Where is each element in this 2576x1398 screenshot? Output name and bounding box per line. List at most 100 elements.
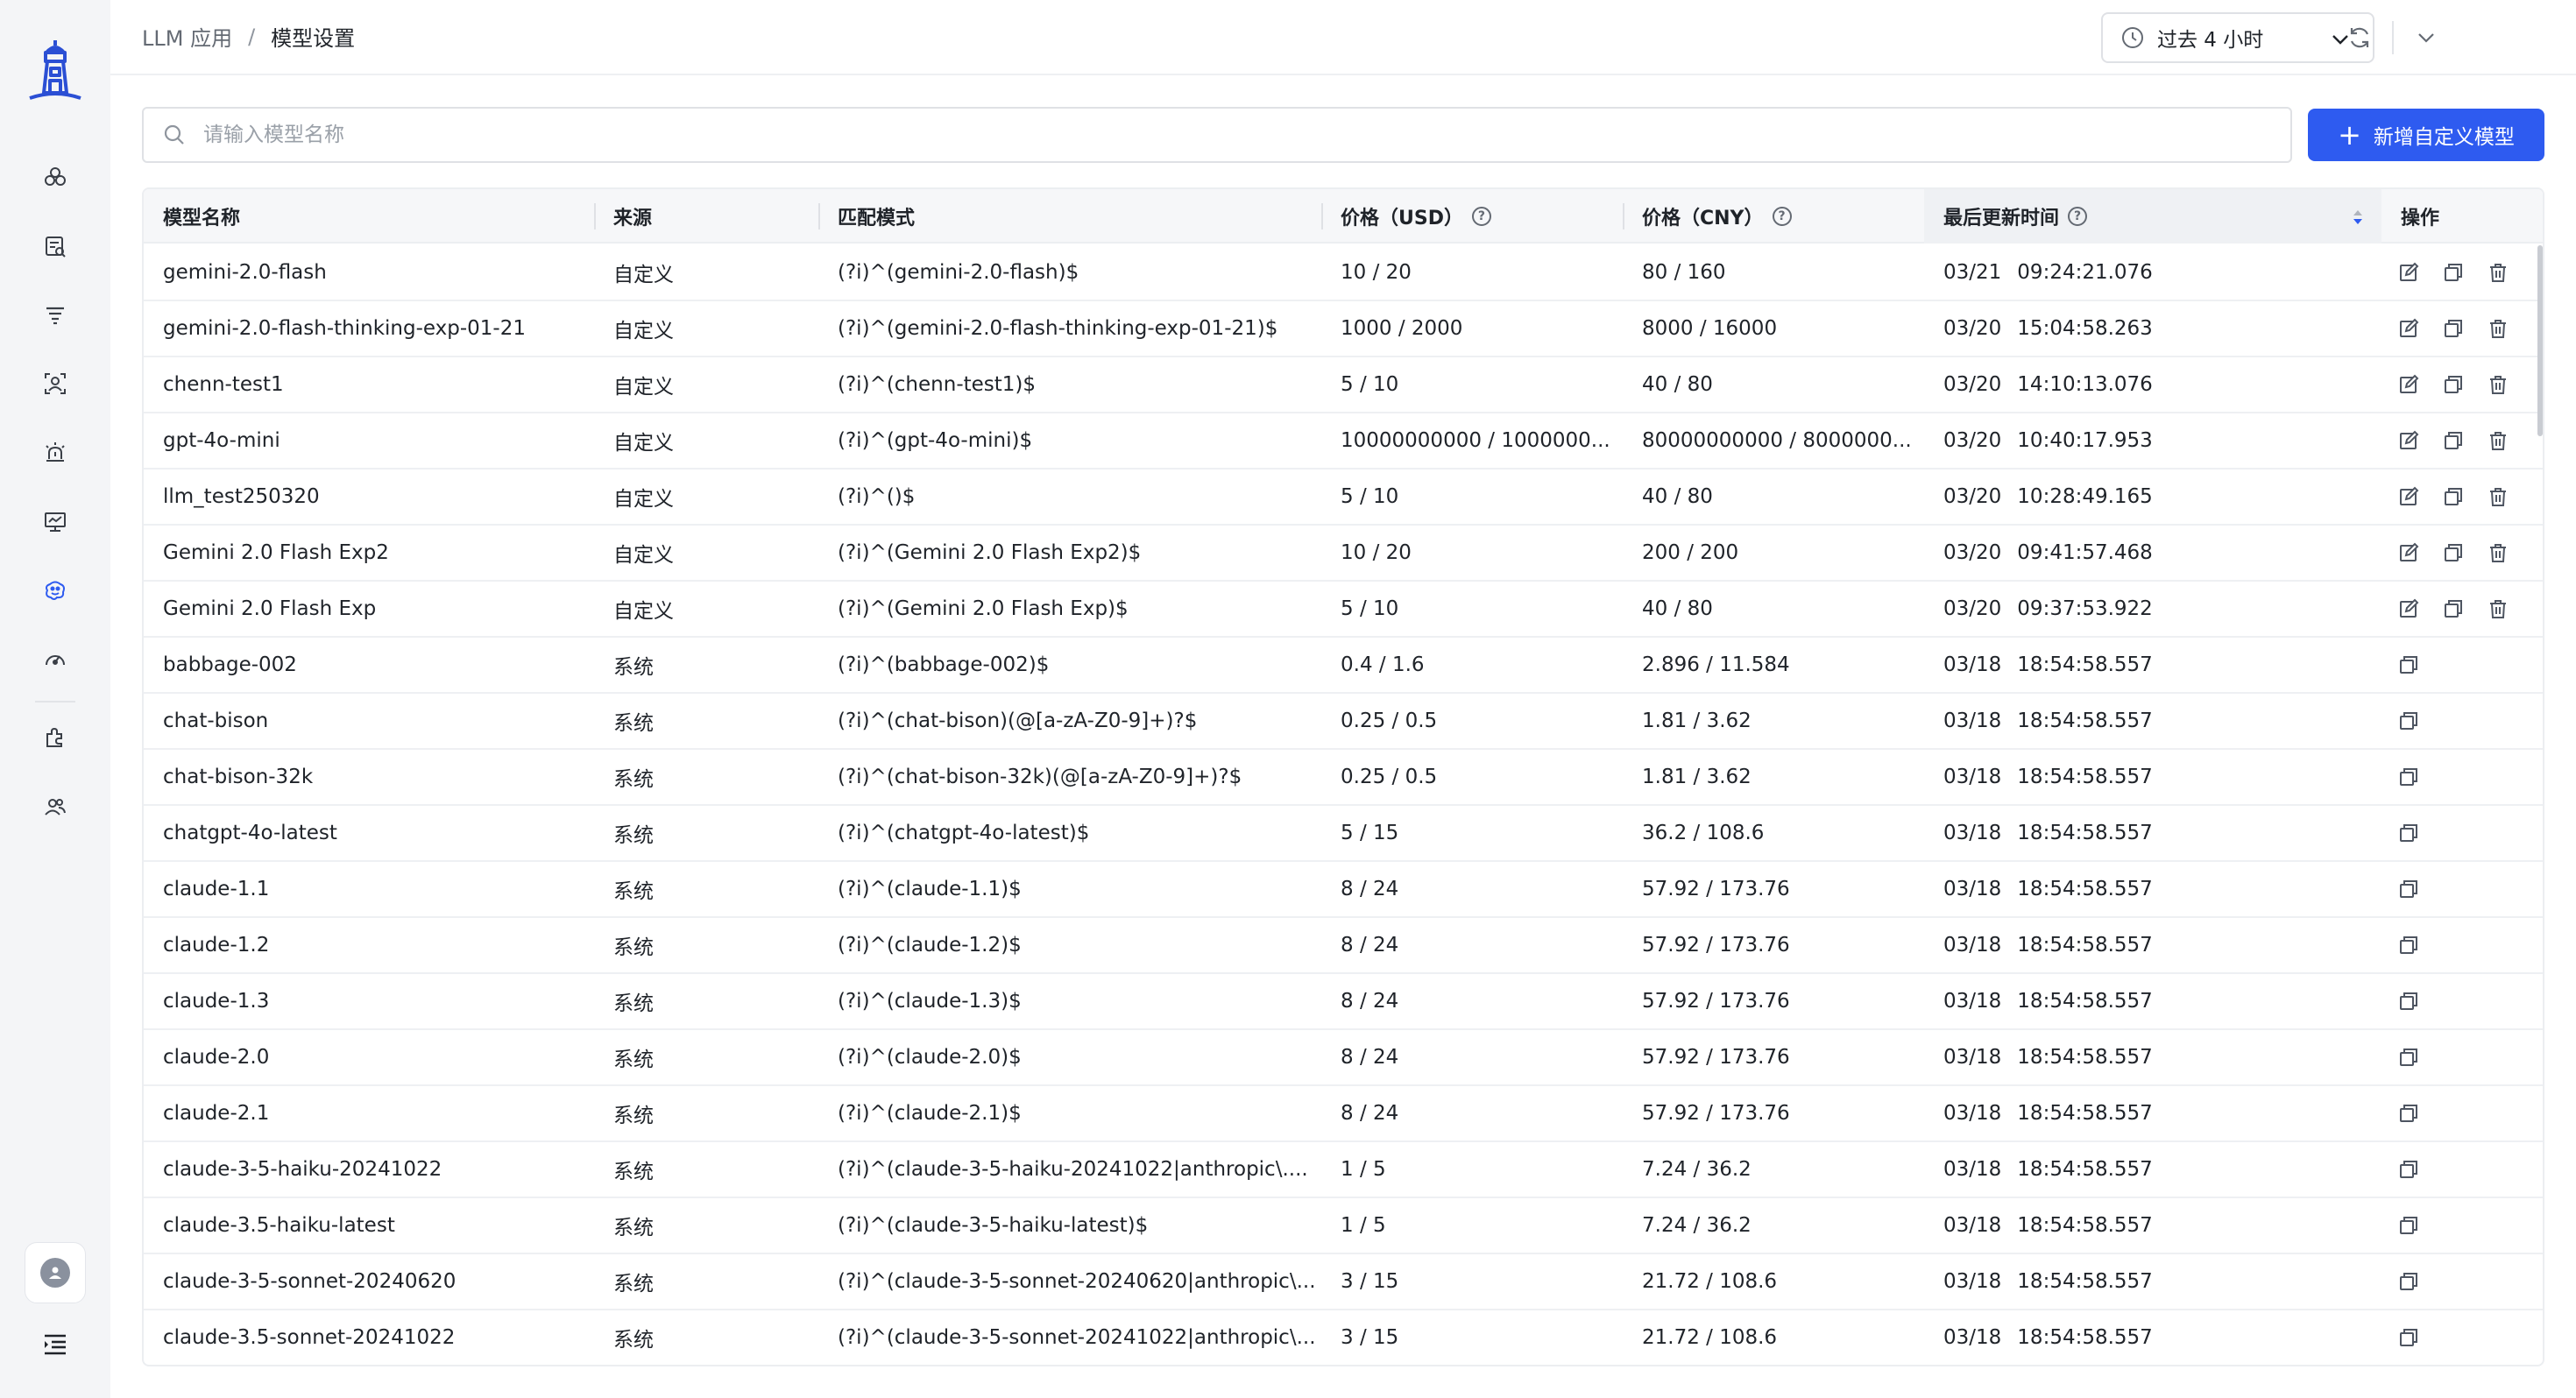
cell-source: 系统 bbox=[594, 750, 818, 804]
cell-updated-time: 09:41:57.468 bbox=[2017, 541, 2153, 564]
row-actions bbox=[2397, 1310, 2442, 1365]
collapse-menu-icon[interactable] bbox=[39, 1328, 71, 1359]
cell-cny-text: 40 / 80 bbox=[1642, 485, 1713, 508]
delete-icon[interactable] bbox=[2487, 597, 2509, 620]
cell-usd-text: 8 / 24 bbox=[1341, 1046, 1399, 1069]
cluster-icon[interactable] bbox=[39, 161, 71, 193]
copy-icon[interactable] bbox=[2397, 1214, 2420, 1237]
copy-icon[interactable] bbox=[2442, 261, 2465, 284]
refresh-icon[interactable] bbox=[2345, 23, 2374, 53]
copy-icon[interactable] bbox=[2397, 1270, 2420, 1293]
alarm-icon[interactable] bbox=[39, 437, 71, 469]
breadcrumb-parent[interactable]: LLM 应用 bbox=[142, 21, 232, 52]
cell-name: gpt-4o-mini bbox=[144, 413, 594, 468]
cell-updated-date: 03/18 bbox=[1943, 934, 2002, 957]
cell-pattern-text: (?i)^(chatgpt-4o-latest)$ bbox=[838, 822, 1090, 844]
monitor-icon[interactable] bbox=[39, 506, 71, 538]
cell-updated-date: 03/18 bbox=[1943, 1214, 2002, 1237]
user-avatar-icon[interactable] bbox=[25, 1242, 86, 1303]
cell-usd-text: 0.25 / 0.5 bbox=[1341, 710, 1438, 732]
delete-icon[interactable] bbox=[2487, 317, 2509, 340]
add-custom-model-button[interactable]: + 新增自定义模型 bbox=[2308, 109, 2544, 161]
delete-icon[interactable] bbox=[2487, 485, 2509, 508]
copy-icon[interactable] bbox=[2442, 373, 2465, 396]
cell-pattern-text: (?i)^(claude-1.2)$ bbox=[838, 934, 1022, 957]
cell-cny: 40 / 80 bbox=[1623, 357, 1924, 412]
cell-source-text: 自定义 bbox=[613, 320, 674, 342]
cell-source-text: 自定义 bbox=[613, 376, 674, 399]
copy-icon[interactable] bbox=[2397, 1102, 2420, 1125]
cell-name-text: chat-bison bbox=[163, 710, 269, 732]
chevron-down-icon[interactable] bbox=[2411, 23, 2441, 53]
cell-pattern: (?i)^(gemini-2.0-flash-thinking-exp-01-2… bbox=[818, 301, 1321, 356]
copy-icon[interactable] bbox=[2397, 934, 2420, 957]
row-actions bbox=[2397, 1254, 2442, 1309]
cell-updated-date: 03/20 bbox=[1943, 317, 2002, 340]
copy-icon[interactable] bbox=[2397, 766, 2420, 788]
copy-icon[interactable] bbox=[2442, 485, 2465, 508]
column-header-updated[interactable]: 最后更新时间? bbox=[1924, 189, 2381, 244]
help-icon[interactable]: ? bbox=[2068, 207, 2088, 226]
cell-updated-time: 18:54:58.557 bbox=[2017, 1046, 2153, 1069]
cell-usd-text: 8 / 24 bbox=[1341, 878, 1399, 900]
copy-icon[interactable] bbox=[2397, 990, 2420, 1013]
cell-pattern: (?i)^(claude-2.0)$ bbox=[818, 1030, 1321, 1084]
copy-icon[interactable] bbox=[2442, 317, 2465, 340]
column-header-price-usd-label: 价格（USD） bbox=[1341, 208, 1463, 229]
cell-updated-date: 03/20 bbox=[1943, 373, 2002, 396]
edit-icon[interactable] bbox=[2397, 261, 2420, 284]
copy-icon[interactable] bbox=[2397, 878, 2420, 900]
delete-icon[interactable] bbox=[2487, 429, 2509, 452]
cell-name: claude-3-5-haiku-20241022 bbox=[144, 1142, 594, 1197]
copy-icon[interactable] bbox=[2397, 1046, 2420, 1069]
filter-list-icon[interactable] bbox=[39, 299, 71, 330]
cell-name: Gemini 2.0 Flash Exp2 bbox=[144, 526, 594, 580]
copy-icon[interactable] bbox=[2397, 1326, 2420, 1349]
cell-updated-date: 03/18 bbox=[1943, 878, 2002, 900]
help-icon[interactable]: ? bbox=[1772, 207, 1792, 226]
time-range-select[interactable]: 过去 4 小时 bbox=[2101, 12, 2374, 63]
table-scrollbar[interactable] bbox=[2537, 245, 2543, 436]
edit-icon[interactable] bbox=[2397, 485, 2420, 508]
sort-icon[interactable] bbox=[2352, 208, 2364, 226]
delete-icon[interactable] bbox=[2487, 373, 2509, 396]
edit-icon[interactable] bbox=[2397, 541, 2420, 564]
user-scan-icon[interactable] bbox=[39, 368, 71, 399]
search-box[interactable] bbox=[142, 107, 2292, 163]
cell-usd-text: 5 / 10 bbox=[1341, 485, 1399, 508]
copy-icon[interactable] bbox=[2397, 653, 2420, 676]
breadcrumb-separator: / bbox=[248, 24, 256, 49]
copy-icon[interactable] bbox=[2397, 822, 2420, 844]
table-row: babbage-002 系统 (?i)^(babbage-002)$ 0.4 / 1.… bbox=[144, 638, 2543, 694]
copy-icon[interactable] bbox=[2442, 597, 2465, 620]
cell-updated: 03/21 09:24:21.076 bbox=[1924, 245, 2381, 300]
time-range-value: 过去 4 小时 bbox=[2157, 29, 2264, 52]
plugin-icon[interactable] bbox=[39, 722, 71, 753]
copy-icon[interactable] bbox=[2442, 541, 2465, 564]
cell-cny-text: 2.896 / 11.584 bbox=[1642, 653, 1790, 676]
cell-pattern-text: (?i)^(Gemini 2.0 Flash Exp2)$ bbox=[838, 541, 1142, 564]
cell-cny-text: 40 / 80 bbox=[1642, 597, 1713, 620]
speedometer-icon[interactable] bbox=[39, 644, 71, 675]
row-actions bbox=[2397, 582, 2531, 636]
trace-list-icon[interactable] bbox=[39, 230, 71, 262]
cell-pattern: (?i)^(claude-3-5-haiku-20241022|anthropi… bbox=[818, 1142, 1321, 1197]
copy-icon[interactable] bbox=[2397, 1158, 2420, 1181]
edit-icon[interactable] bbox=[2397, 597, 2420, 620]
cell-pattern-text: (?i)^(claude-3-5-haiku-latest)$ bbox=[838, 1214, 1149, 1237]
logo-lighthouse-icon[interactable] bbox=[25, 35, 86, 105]
delete-icon[interactable] bbox=[2487, 541, 2509, 564]
edit-icon[interactable] bbox=[2397, 317, 2420, 340]
team-icon[interactable] bbox=[39, 791, 71, 823]
help-icon[interactable]: ? bbox=[1471, 207, 1491, 226]
copy-icon[interactable] bbox=[2442, 429, 2465, 452]
header: LLM 应用 / 模型设置 过去 4 小时 bbox=[110, 0, 2576, 75]
search-input[interactable] bbox=[203, 124, 2219, 146]
cell-source-text: 系统 bbox=[613, 768, 654, 791]
copy-icon[interactable] bbox=[2397, 710, 2420, 732]
delete-icon[interactable] bbox=[2487, 261, 2509, 284]
edit-icon[interactable] bbox=[2397, 429, 2420, 452]
edit-icon[interactable] bbox=[2397, 373, 2420, 396]
llm-brain-icon[interactable] bbox=[39, 575, 71, 606]
cell-usd-text: 8 / 24 bbox=[1341, 990, 1399, 1013]
